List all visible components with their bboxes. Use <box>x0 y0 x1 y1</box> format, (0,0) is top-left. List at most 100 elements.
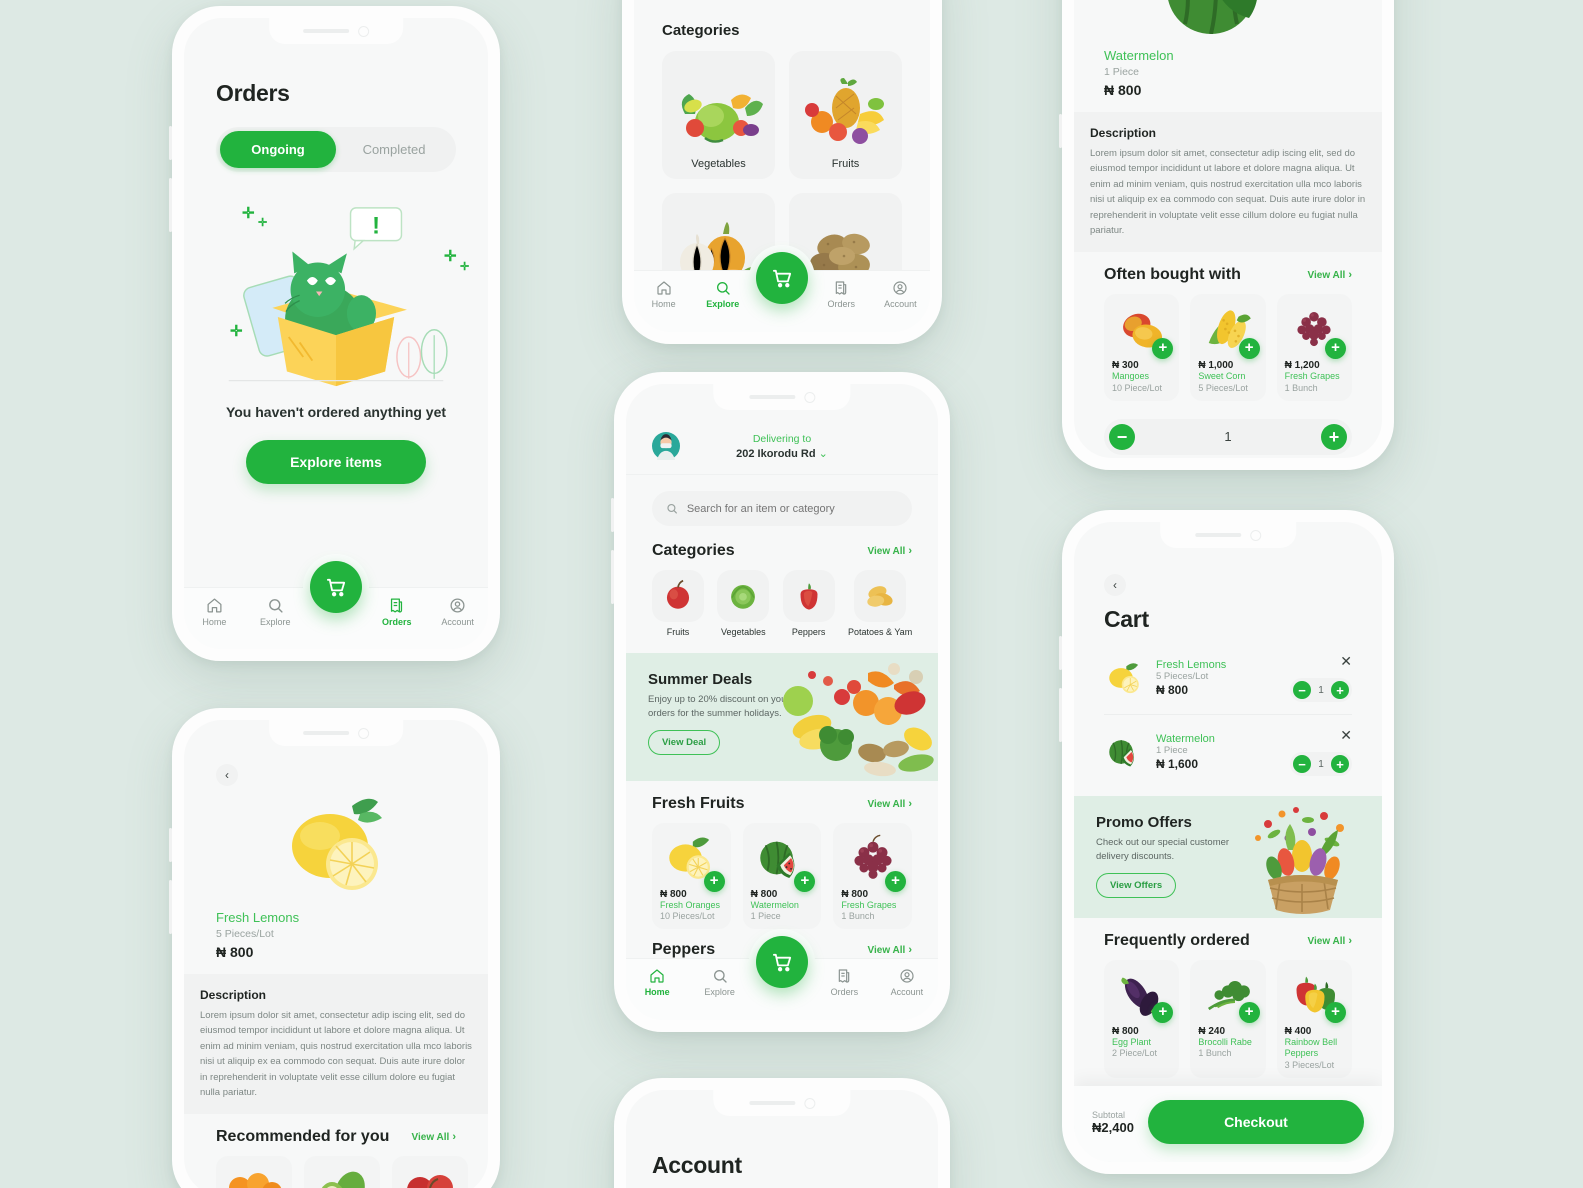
description-title: Description <box>1090 126 1157 140</box>
chevron-right-icon: › <box>908 944 912 957</box>
cart-screen: ‹ Cart Fresh Lemons 5 Pieces/Lot ₦ 800 ✕… <box>1074 522 1382 1162</box>
category-chip-fruits[interactable]: Fruits <box>652 570 704 637</box>
cart-icon <box>772 953 791 971</box>
product-quantity: 5 Pieces/Lot <box>1198 382 1248 393</box>
category-chip-peppers[interactable]: Peppers <box>782 570 835 637</box>
recommended-list <box>184 1146 488 1188</box>
tab-completed[interactable]: Completed <box>336 131 452 168</box>
explore-items-button[interactable]: Explore items <box>246 440 426 484</box>
nav-orders[interactable]: Orders <box>812 280 871 309</box>
avocado-art <box>312 1164 372 1188</box>
view-offers-button[interactable]: View Offers <box>1096 872 1177 898</box>
phone-side-button <box>1059 636 1062 670</box>
nav-explore[interactable]: Explore <box>693 280 752 309</box>
remove-item-button[interactable]: ✕ <box>1340 727 1352 744</box>
categories-view-all[interactable]: View All › <box>868 545 912 557</box>
product-card[interactable]: + ₦ 800 Fresh Grapes 1 Bunch <box>833 823 913 930</box>
nav-orders[interactable]: Orders <box>813 968 875 997</box>
category-chip-vegetables[interactable]: Vegetables <box>717 570 770 637</box>
product-card[interactable]: + ₦ 1,000 Sweet Corn 5 Pieces/Lot <box>1190 294 1266 401</box>
nav-home[interactable]: Home <box>626 968 688 997</box>
nav-explore[interactable]: Explore <box>688 968 750 997</box>
category-chip-potatoes[interactable]: Potatoes & Yam <box>848 570 912 637</box>
add-product-button[interactable]: + <box>703 871 725 892</box>
promo-offers-banner[interactable]: Promo Offers Check out our special custo… <box>1074 796 1382 918</box>
phone-orders: Orders Ongoing Completed ✛ ✛ ✛ ✛ ✛ ! You… <box>169 6 500 661</box>
recommended-item[interactable] <box>216 1156 292 1188</box>
phone-notch <box>713 1090 851 1116</box>
front-camera <box>358 727 369 739</box>
increase-quantity-button[interactable]: + <box>1320 423 1347 450</box>
frequently-ordered-view-all[interactable]: View All › <box>1308 935 1352 947</box>
nav-explore[interactable]: Explore <box>245 597 306 627</box>
view-all-label: View All <box>411 1131 450 1143</box>
checkout-button[interactable]: Checkout <box>1147 1100 1364 1144</box>
decrease-quantity-button[interactable]: − <box>1109 423 1135 450</box>
search-bar[interactable] <box>652 491 912 526</box>
add-product-button[interactable]: + <box>1238 338 1260 360</box>
summer-deals-banner[interactable]: Summer Deals Enjoy up to 20% discount on… <box>626 653 938 781</box>
description-title: Description <box>200 988 267 1002</box>
view-deal-button[interactable]: View Deal <box>648 729 721 755</box>
increase-quantity-button[interactable]: + <box>1331 681 1349 699</box>
lemon-detail-screen: ‹ Fresh Lemons 5 Pieces/Lot ₦ 800 Descri… <box>184 720 488 1188</box>
cart-item-quantity: 5 Pieces/Lot <box>1156 670 1209 682</box>
nav-account[interactable]: Account <box>427 597 488 627</box>
lemon-icon <box>1109 662 1139 693</box>
recommended-item[interactable] <box>392 1156 468 1188</box>
add-product-button[interactable]: + <box>1238 1002 1260 1023</box>
increase-quantity-button[interactable]: + <box>1331 755 1349 773</box>
product-card[interactable]: + ₦ 800 Fresh Oranges 10 Pieces/Lot <box>652 823 731 930</box>
cart-icon <box>326 578 345 596</box>
nav-home[interactable]: Home <box>184 597 245 627</box>
categories-title: Categories <box>662 22 740 39</box>
product-card[interactable]: + ₦ 240 Brocolli Rabe 1 Bunch <box>1190 960 1266 1078</box>
fresh-fruits-list: + ₦ 800 Fresh Oranges 10 Pieces/Lot + ₦ … <box>626 813 938 930</box>
recommended-view-all[interactable]: View All › <box>412 1131 456 1143</box>
nav-account[interactable]: Account <box>871 280 930 309</box>
recommended-item[interactable] <box>304 1156 380 1188</box>
decrease-quantity-button[interactable]: − <box>1293 755 1311 773</box>
category-label: Fruits <box>831 158 860 170</box>
category-card-fruits[interactable]: Fruits <box>789 51 902 179</box>
oranges-icon <box>229 1173 282 1188</box>
nav-home[interactable]: Home <box>634 280 693 309</box>
back-button[interactable]: ‹ <box>216 764 238 786</box>
product-price: ₦ 240 <box>1198 1026 1226 1037</box>
add-product-button[interactable]: + <box>1324 1002 1346 1023</box>
tab-ongoing[interactable]: Ongoing <box>220 131 336 168</box>
product-price: ₦ 1,000 <box>1198 360 1234 372</box>
subtotal-label: Subtotal <box>1092 1109 1126 1120</box>
speaker-slot <box>748 1101 795 1105</box>
remove-item-button[interactable]: ✕ <box>1340 653 1352 670</box>
cart-fab-button[interactable] <box>756 936 808 988</box>
product-card[interactable]: + ₦ 800 Egg Plant 2 Piece/Lot <box>1104 960 1180 1078</box>
peppers-view-all[interactable]: View All › <box>868 944 912 956</box>
search-input[interactable] <box>686 502 898 515</box>
chevron-right-icon: › <box>1348 269 1352 282</box>
cart-item-row: Fresh Lemons 5 Pieces/Lot ₦ 800 ✕ − 1 + <box>1104 641 1352 714</box>
nav-orders[interactable]: Orders <box>366 597 427 627</box>
nav-label: Account <box>890 987 924 997</box>
cart-fab-button[interactable] <box>310 561 362 613</box>
often-bought-view-all[interactable]: View All › <box>1308 269 1352 281</box>
product-card[interactable]: + ₦ 400 Rainbow Bell Peppers 3 Pieces/Lo… <box>1276 960 1352 1078</box>
add-product-button[interactable]: + <box>885 871 907 892</box>
nav-account[interactable]: Account <box>876 968 938 997</box>
decrease-quantity-button[interactable]: − <box>1293 681 1311 699</box>
delivery-address[interactable]: 202 Ikorodu Rd ⌄ <box>694 447 870 460</box>
phone-side-button <box>169 126 172 160</box>
product-card[interactable]: + ₦ 800 Watermelon 1 Piece <box>742 823 822 930</box>
cart-fab-button[interactable] <box>756 252 808 304</box>
category-card-vegetables[interactable]: Vegetables <box>662 51 775 179</box>
watermelon-detail-screen: Watermelon 1 Piece ₦ 800 Description Lor… <box>1074 0 1382 458</box>
nav-label: Account <box>441 617 474 627</box>
often-bought-title: Often bought with <box>1104 266 1241 284</box>
product-card[interactable]: + ₦ 300 Mangoes 10 Piece/Lot <box>1104 294 1180 401</box>
fresh-fruits-view-all[interactable]: View All › <box>868 798 912 810</box>
product-quantity: 3 Pieces/Lot <box>1284 1059 1335 1070</box>
product-card[interactable]: + ₦ 1,200 Fresh Grapes 1 Bunch <box>1276 294 1352 401</box>
phone-volume-button <box>169 178 172 232</box>
back-button[interactable]: ‹ <box>1104 574 1126 596</box>
product-hero-image <box>1074 0 1382 38</box>
